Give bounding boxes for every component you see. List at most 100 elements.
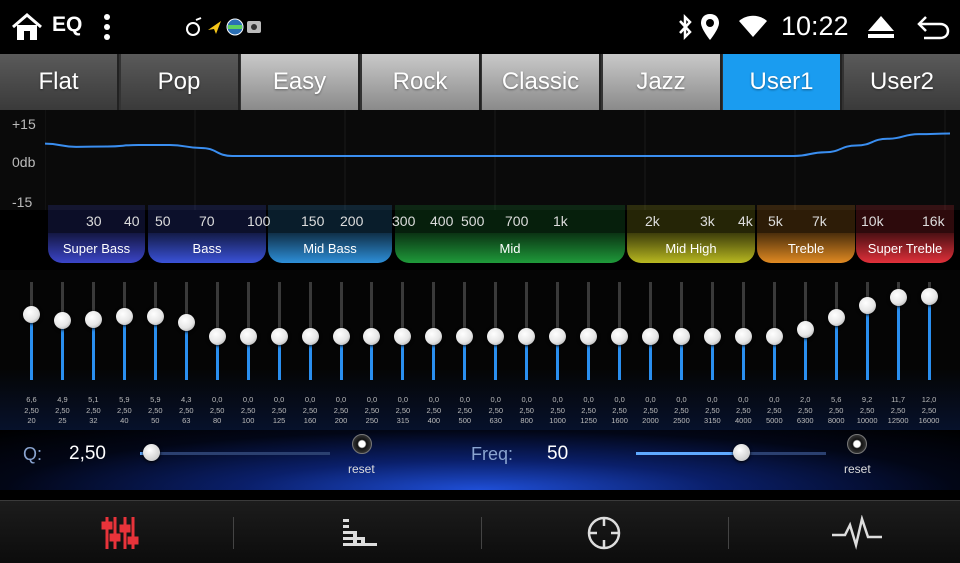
q-slider-track[interactable] <box>140 452 330 455</box>
slider-fill <box>865 305 869 380</box>
slider-knob[interactable] <box>889 289 907 306</box>
slider-knob[interactable] <box>363 328 381 345</box>
freq-tick-label: 500 <box>461 213 485 229</box>
band-mid: Mid <box>395 233 625 263</box>
preset-pop[interactable]: Pop <box>120 54 240 110</box>
slider-knob[interactable] <box>146 308 164 326</box>
menu-dots-icon[interactable] <box>103 14 111 40</box>
freq-tick-label: 10k <box>861 213 884 229</box>
pulse-wave-icon <box>832 515 882 550</box>
freq-tick-label: 300 <box>392 213 416 229</box>
level-bars-icon <box>343 519 377 546</box>
slider-freq: 16000 <box>918 416 940 425</box>
slider-knob[interactable] <box>394 328 412 345</box>
nav-sound-effect-button[interactable] <box>730 501 960 563</box>
globe-notif-icon <box>226 18 244 36</box>
slider-knob[interactable] <box>84 311 102 328</box>
slider-knob[interactable] <box>827 309 845 327</box>
slider-knob[interactable] <box>796 321 814 339</box>
eq-curve-plot <box>45 110 951 210</box>
clock: 10:22 <box>781 11 849 41</box>
eq-sliders: 6,6 2,50 20 4,9 2,50 25 5,1 2,50 32 5,9 2,50 40 5,9 2… <box>0 270 960 435</box>
eq-curve-graph: +15 0db -15 <box>0 110 960 210</box>
band-super-treble: Super Treble <box>856 233 954 263</box>
slider-knob[interactable] <box>611 328 629 345</box>
slider-knob[interactable] <box>239 328 257 345</box>
preset-easy[interactable]: Easy <box>241 54 360 110</box>
slider-knob[interactable] <box>672 328 690 345</box>
preset-bar: Flat Pop Easy Rock Classic Jazz User1 User2 <box>0 54 960 110</box>
eq-screen: { "statusbar": { "title": "EQ", "time": … <box>0 0 960 563</box>
freq-value: 50 <box>547 443 569 464</box>
slider-fill <box>60 319 64 380</box>
slider-fill <box>153 316 157 380</box>
slider-knob[interactable] <box>115 308 133 326</box>
slider-knob[interactable] <box>177 313 195 331</box>
slider-knob[interactable] <box>53 311 71 329</box>
freq-tick-label: 150 <box>301 213 325 229</box>
q-label: Q: <box>23 444 43 464</box>
freq-tick-label: 7k <box>812 213 827 229</box>
slider-fill <box>927 296 931 380</box>
slider-knob[interactable] <box>642 328 659 345</box>
bluetooth-icon <box>679 13 692 41</box>
nav-notif-icon <box>208 21 221 34</box>
freq-reset-label: reset <box>844 462 871 476</box>
app-title: EQ <box>52 13 83 36</box>
nav-equalizer-button[interactable] <box>0 501 240 563</box>
slider-gain: 12,0 <box>921 395 937 404</box>
graph-ymid-label: 0db <box>12 154 36 170</box>
eq-curve-line <box>45 132 951 157</box>
slider-knob[interactable] <box>858 297 876 315</box>
slider-knob[interactable] <box>332 328 350 345</box>
slider-fill <box>122 316 126 380</box>
q-value: 2,50 <box>69 443 106 464</box>
slider-knob[interactable] <box>208 328 226 345</box>
equalizer-sliders-icon <box>101 517 139 549</box>
slider-knob[interactable] <box>518 328 536 345</box>
slider-values: 12,0 2,50 16000 <box>908 395 951 427</box>
notification-icons <box>186 17 261 36</box>
freq-reset-button[interactable] <box>847 434 867 454</box>
preset-classic[interactable]: Classic <box>482 54 601 110</box>
slider-knob[interactable] <box>301 328 319 345</box>
freq-tick-label: 3k <box>700 213 715 229</box>
slider-knob[interactable] <box>270 328 288 345</box>
slider-fill <box>30 314 33 380</box>
band-mid-high: Mid High <box>627 233 755 263</box>
home-icon[interactable] <box>10 12 44 42</box>
freq-tick-label: 200 <box>340 213 364 229</box>
freq-tick-label: 1k <box>553 213 568 229</box>
preset-jazz[interactable]: Jazz <box>602 54 722 110</box>
camera-notif-icon <box>247 21 261 33</box>
nav-divider <box>728 517 729 549</box>
slider-knob[interactable] <box>734 328 752 345</box>
freq-slider-fill <box>636 452 741 455</box>
freq-tick-label: 4k <box>738 213 753 229</box>
slider-knob[interactable] <box>703 328 721 345</box>
slider-knob[interactable] <box>425 328 443 345</box>
slider-knob[interactable] <box>549 328 567 345</box>
q-reset-button[interactable] <box>352 434 372 454</box>
preset-user1[interactable]: User1 <box>723 54 842 110</box>
slider-fill <box>896 297 900 380</box>
slider-knob[interactable] <box>920 288 938 305</box>
crosshair-balance-icon <box>587 516 621 550</box>
preset-user2[interactable]: User2 <box>843 54 960 110</box>
slider-knob[interactable] <box>456 328 474 345</box>
slider-knob[interactable] <box>580 328 598 345</box>
eq-slider-16000[interactable]: 12,0 2,50 16000 <box>914 270 945 435</box>
slider-knob[interactable] <box>487 328 505 345</box>
band-treble: Treble <box>757 233 855 263</box>
preset-rock[interactable]: Rock <box>361 54 481 110</box>
slider-knob[interactable] <box>23 306 40 323</box>
band-super-bass: Super Bass <box>48 233 145 263</box>
nav-levels-button[interactable] <box>240 501 480 563</box>
slider-knob[interactable] <box>765 328 783 345</box>
eject-icon[interactable] <box>867 13 895 41</box>
preset-flat[interactable]: Flat <box>0 54 119 110</box>
nav-balance-button[interactable] <box>484 501 724 563</box>
back-icon[interactable] <box>916 13 950 41</box>
q-slider-knob[interactable] <box>143 444 161 461</box>
freq-slider-knob[interactable] <box>732 444 750 461</box>
